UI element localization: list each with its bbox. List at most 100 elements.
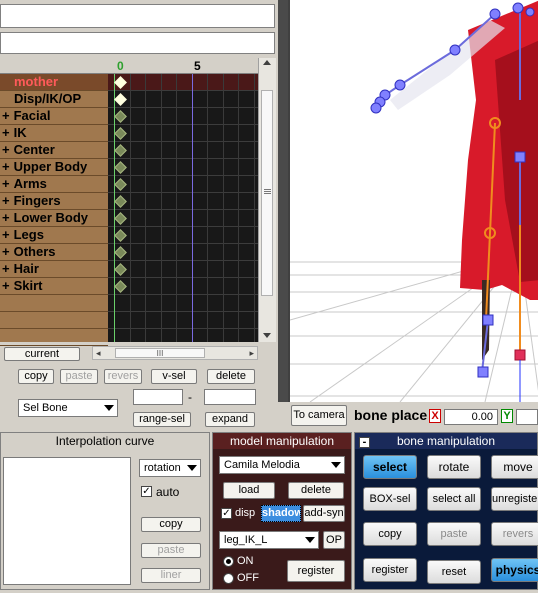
key-row[interactable] xyxy=(108,329,258,342)
revers-button[interactable]: revers xyxy=(104,369,142,384)
shadow-button[interactable]: shadow xyxy=(261,505,301,522)
key-row[interactable] xyxy=(108,159,258,176)
timeline-hscrollbar[interactable]: ◂ III ▸ xyxy=(92,346,258,360)
model-delete-button[interactable]: delete xyxy=(288,482,344,499)
expand-icon[interactable]: + xyxy=(2,125,10,140)
bone-reset-button[interactable]: reset xyxy=(427,560,481,584)
select-all-button[interactable]: select all xyxy=(427,487,481,511)
interp-mode-select[interactable]: rotation xyxy=(139,459,201,477)
track-row[interactable]: + Lower Body xyxy=(0,210,108,227)
key-row[interactable] xyxy=(108,261,258,278)
bone-revers-button[interactable]: revers xyxy=(491,522,538,546)
key-row[interactable] xyxy=(108,210,258,227)
timeline-vscrollbar[interactable] xyxy=(258,58,276,342)
model-select[interactable]: Camila Melodia xyxy=(219,456,345,474)
load-button[interactable]: load xyxy=(223,482,275,499)
expand-icon[interactable]: + xyxy=(2,261,10,276)
move-button[interactable]: move xyxy=(491,455,538,479)
key-row[interactable] xyxy=(108,227,258,244)
curve-editor[interactable] xyxy=(3,457,131,585)
track-row[interactable]: + Skirt xyxy=(0,278,108,295)
key-row[interactable] xyxy=(108,142,258,159)
expand-icon[interactable]: + xyxy=(2,108,10,123)
unregistered-button[interactable]: unregistered xyxy=(491,487,538,511)
interp-copy-button[interactable]: copy xyxy=(141,517,201,532)
off-radio[interactable] xyxy=(223,573,234,584)
frame-line xyxy=(129,74,131,342)
scroll-left-icon[interactable]: ◂ xyxy=(96,348,101,359)
track-row[interactable]: + Arms xyxy=(0,176,108,193)
expand-icon[interactable]: + xyxy=(2,142,10,157)
hscroll-thumb[interactable]: III xyxy=(115,348,205,358)
range-start-input[interactable] xyxy=(133,389,183,405)
model-register-button[interactable]: register xyxy=(287,560,345,582)
key-row[interactable] xyxy=(108,74,258,91)
range-sel-button[interactable]: range-sel xyxy=(133,412,191,427)
liner-button[interactable]: liner xyxy=(141,568,201,583)
auto-checkbox[interactable]: ✓ xyxy=(141,486,152,497)
track-row[interactable]: Disp/IK/OP xyxy=(0,91,108,108)
viewport-3d[interactable] xyxy=(288,0,538,402)
scroll-right-icon[interactable]: ▸ xyxy=(249,348,254,359)
shadow-label: shadow xyxy=(262,507,301,519)
key-row[interactable] xyxy=(108,278,258,295)
expand-icon[interactable]: + xyxy=(2,244,10,259)
expand-icon[interactable]: + xyxy=(2,227,10,242)
frame-ruler[interactable]: 0 5 xyxy=(108,58,258,74)
splitter[interactable] xyxy=(278,0,288,402)
track-row[interactable]: + Fingers xyxy=(0,193,108,210)
track-label: Hair xyxy=(13,261,39,276)
track-row[interactable]: + Legs xyxy=(0,227,108,244)
expand-button[interactable]: expand xyxy=(205,412,255,427)
track-row[interactable]: + Center xyxy=(0,142,108,159)
track-row[interactable]: + IK xyxy=(0,125,108,142)
vsel-button[interactable]: v-sel xyxy=(151,369,197,384)
delete-button[interactable]: delete xyxy=(207,369,255,384)
op-button[interactable]: OP xyxy=(323,531,345,549)
disp-checkbox[interactable]: ✓ xyxy=(221,508,232,519)
vscroll-thumb[interactable] xyxy=(261,90,273,296)
rotate-button[interactable]: rotate xyxy=(427,455,481,479)
bone-paste-button[interactable]: paste xyxy=(427,522,481,546)
track-row[interactable]: mother xyxy=(0,74,108,91)
bone-select[interactable]: leg_IK_L xyxy=(219,531,319,549)
collapse-icon[interactable]: - xyxy=(359,437,370,448)
on-radio[interactable] xyxy=(223,556,234,567)
key-row[interactable] xyxy=(108,312,258,329)
track-row[interactable]: + Others xyxy=(0,244,108,261)
keyframe-grid[interactable] xyxy=(108,74,258,342)
track-row[interactable]: + Facial xyxy=(0,108,108,125)
y-value-input[interactable] xyxy=(516,409,538,425)
interp-paste-button[interactable]: paste xyxy=(141,543,201,558)
key-row[interactable] xyxy=(108,176,258,193)
expand-icon[interactable]: + xyxy=(2,176,10,191)
to-camera-button[interactable]: To camera xyxy=(291,405,347,426)
bone-copy-button[interactable]: copy xyxy=(363,522,417,546)
key-row[interactable] xyxy=(108,125,258,142)
sel-bone-select[interactable]: Sel Bone xyxy=(18,399,118,417)
expand-icon[interactable]: + xyxy=(2,193,10,208)
physics-button[interactable]: physics xyxy=(491,558,538,582)
current-button[interactable]: current xyxy=(4,347,80,361)
scroll-up-icon[interactable] xyxy=(263,60,271,65)
box-sel-button[interactable]: BOX-sel xyxy=(363,487,417,511)
paste-button[interactable]: paste xyxy=(60,369,98,384)
x-value-input[interactable]: 0.00 xyxy=(444,409,498,425)
key-row[interactable] xyxy=(108,108,258,125)
key-row[interactable] xyxy=(108,295,258,312)
range-end-input[interactable] xyxy=(204,389,256,405)
key-row[interactable] xyxy=(108,91,258,108)
track-row[interactable]: + Upper Body xyxy=(0,159,108,176)
copy-button[interactable]: copy xyxy=(18,369,54,384)
expand-icon[interactable]: + xyxy=(2,159,10,174)
expand-icon[interactable]: + xyxy=(2,278,10,293)
track-label: Lower Body xyxy=(13,210,88,225)
key-row[interactable] xyxy=(108,244,258,261)
select-button[interactable]: select xyxy=(363,455,417,479)
add-syn-button[interactable]: add-syn xyxy=(303,505,345,522)
scroll-down-icon[interactable] xyxy=(263,333,271,338)
track-row[interactable]: + Hair xyxy=(0,261,108,278)
key-row[interactable] xyxy=(108,193,258,210)
expand-icon[interactable]: + xyxy=(2,210,10,225)
bone-register-button[interactable]: register xyxy=(363,558,417,582)
